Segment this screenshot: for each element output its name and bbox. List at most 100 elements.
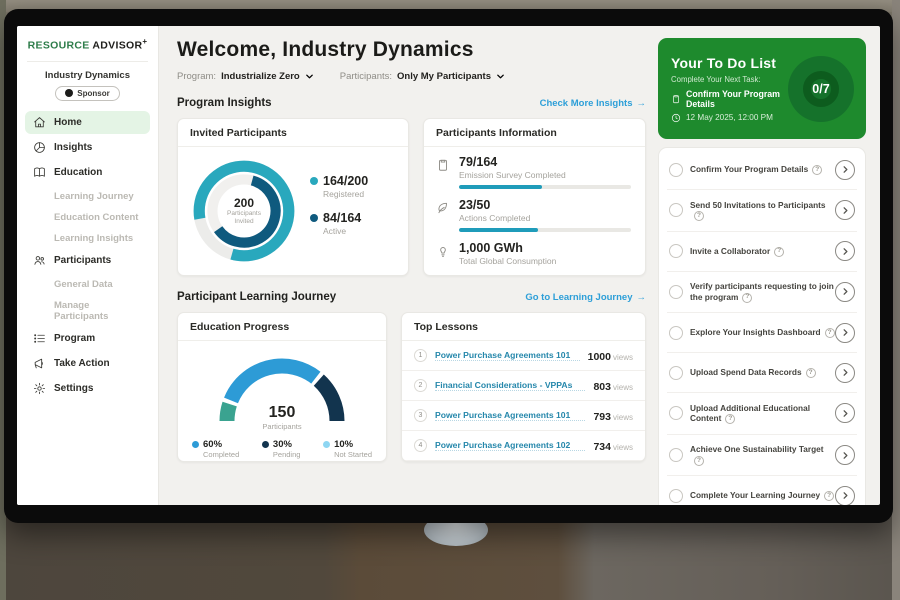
todo-task-row: Send 50 Invitations to Participants? [667,190,857,232]
page-title: Welcome, Industry Dynamics [177,38,646,62]
go-to-learning-journey-link[interactable]: Go to Learning Journey → [525,292,646,303]
help-icon[interactable]: ? [694,211,704,221]
program-insights-header: Program Insights Check More Insights → [177,97,646,109]
help-icon[interactable]: ? [694,456,704,466]
take-action-icon [33,357,46,370]
filter-bar: Program: Industrialize Zero Participants… [177,71,646,82]
task-expand-button[interactable] [835,363,855,383]
card-title: Participants Information [424,119,645,147]
chevron-right-icon [841,247,850,256]
chevron-right-icon [841,409,850,418]
sidebar-item-learning-journey[interactable]: Learning Journey [25,186,150,207]
rank-badge: 1 [414,349,427,362]
participants-select[interactable]: Participants: Only My Participants [340,71,505,82]
stat-actions-completed: 23/50 Actions Completed [436,198,631,232]
rank-badge: 3 [414,409,427,422]
sidebar-item-learning-insights[interactable]: Learning Insights [25,228,150,249]
chevron-down-icon [305,72,314,81]
sidebar-item-manage-participants[interactable]: Manage Participants [25,295,150,327]
insights-cards-row: Invited Participants 200 [177,118,646,276]
sidebar-item-education[interactable]: Education [25,161,150,184]
education-gauge-chart: 150 Participants [207,349,357,431]
progress-bar [459,185,631,189]
task-checkbox[interactable] [669,244,683,258]
legend-dot [323,441,330,448]
help-icon[interactable]: ? [825,328,835,338]
task-checkbox[interactable] [669,285,683,299]
main-content: Welcome, Industry Dynamics Program: Indu… [159,26,658,505]
program-select[interactable]: Program: Industrialize Zero [177,71,314,82]
todo-progress-count: 0/7 [803,71,839,107]
rank-badge: 2 [414,379,427,392]
task-expand-button[interactable] [835,445,855,465]
help-icon[interactable]: ? [824,491,834,501]
lightbulb-icon [436,244,450,258]
help-icon[interactable]: ? [806,368,816,378]
task-checkbox[interactable] [669,163,683,177]
task-expand-button[interactable] [835,160,855,180]
lesson-link[interactable]: Power Purchase Agreements 102 [435,440,585,451]
leaf-icon [436,201,450,215]
check-more-insights-link[interactable]: Check More Insights → [540,98,646,109]
help-icon[interactable]: ? [742,293,752,303]
task-expand-button[interactable] [835,200,855,220]
sidebar-item-take-action[interactable]: Take Action [25,352,150,375]
card-title: Education Progress [178,313,386,341]
task-expand-button[interactable] [835,323,855,343]
stat-total-consumption: 1,000 GWh Total Global Consumption [436,241,631,266]
app-logo: RESOURCE ADVISOR+ [17,37,158,52]
program-icon [33,332,46,345]
help-icon[interactable]: ? [774,247,784,257]
chevron-right-icon [841,328,850,337]
settings-icon [33,382,46,395]
home-icon [33,116,46,129]
arrow-right-icon: → [637,292,647,303]
sidebar-item-insights[interactable]: Insights [25,136,150,159]
chevron-right-icon [841,451,850,460]
progress-bar [459,228,631,232]
section-title: Program Insights [177,97,272,109]
learning-journey-header: Participant Learning Journey Go to Learn… [177,291,646,303]
chevron-right-icon [841,165,850,174]
help-icon[interactable]: ? [725,414,735,424]
task-checkbox[interactable] [669,203,683,217]
task-expand-button[interactable] [835,486,855,505]
invited-legend: 164/200 Registered 84/164 Active [310,174,368,248]
lesson-link[interactable]: Power Purchase Agreements 101 [435,410,585,421]
task-checkbox[interactable] [669,406,683,420]
task-checkbox[interactable] [669,366,683,380]
task-expand-button[interactable] [835,241,855,261]
sponsor-badge: Sponsor [55,86,119,101]
task-checkbox[interactable] [669,326,683,340]
sidebar-item-education-content[interactable]: Education Content [25,207,150,228]
task-checkbox[interactable] [669,448,683,462]
sidebar-item-settings[interactable]: Settings [25,377,150,400]
lesson-link[interactable]: Financial Considerations - VPPAs [435,380,585,391]
todo-summary-card: Your To Do List Complete Your Next Task:… [658,38,866,139]
legend-not-started: 10% Not Started [323,439,372,459]
task-checkbox[interactable] [669,489,683,503]
task-expand-button[interactable] [835,282,855,302]
chevron-right-icon [841,206,850,215]
dashboard-screen: RESOURCE ADVISOR+ Industry Dynamics Spon… [17,26,880,505]
chevron-right-icon [841,491,850,500]
clipboard-icon [671,94,681,104]
legend-active: 84/164 Active [310,211,368,236]
help-icon[interactable]: ? [812,165,822,175]
sidebar-item-participants[interactable]: Participants [25,249,150,272]
sidebar-item-home[interactable]: Home [25,111,150,134]
todo-task-row: Complete Your Learning Journey? [667,476,857,505]
task-expand-button[interactable] [835,403,855,423]
education-icon [33,166,46,179]
todo-panel: Your To Do List Complete Your Next Task:… [658,26,880,505]
monitor-bezel: RESOURCE ADVISOR+ Industry Dynamics Spon… [4,9,893,523]
scene: RESOURCE ADVISOR+ Industry Dynamics Spon… [0,0,900,600]
legend-dot [310,214,318,222]
invited-donut-chart: 200 Participants Invited [188,155,300,267]
divider [27,61,148,62]
sidebar-item-program[interactable]: Program [25,327,150,350]
lesson-link[interactable]: Power Purchase Agreements 101 [435,350,580,361]
sidebar-item-general-data[interactable]: General Data [25,274,150,295]
insights-icon [33,141,46,154]
education-progress-card: Education Progress 150 Participants [177,312,387,462]
